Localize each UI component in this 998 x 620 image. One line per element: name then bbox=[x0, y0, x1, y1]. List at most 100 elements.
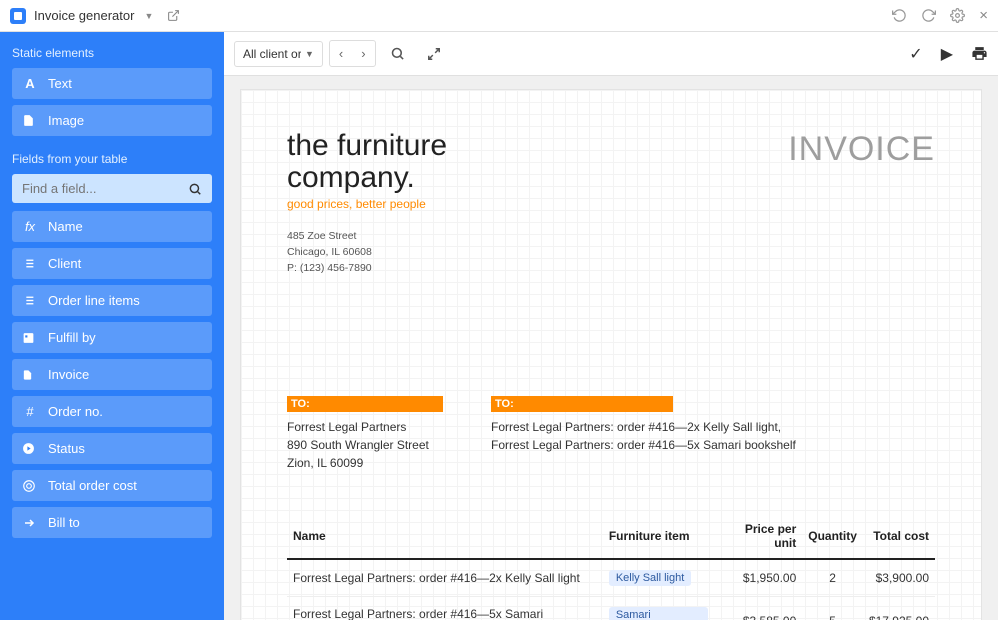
sidebar-item-name[interactable]: fx Name bbox=[12, 211, 212, 242]
bill-to-block: TO: Forrest Legal Partners 890 South Wra… bbox=[287, 396, 443, 472]
calendar-icon bbox=[22, 331, 38, 344]
canvas-scroll[interactable]: the furniture company. good prices, bett… bbox=[224, 76, 998, 620]
bill-to-line: Forrest Legal Partners bbox=[287, 418, 443, 436]
done-check-icon[interactable]: ✓ bbox=[909, 44, 922, 64]
col-name: Name bbox=[287, 514, 603, 559]
cell-qty: 5 bbox=[802, 597, 863, 620]
file-icon bbox=[22, 368, 38, 382]
sidebar-item-label: Text bbox=[48, 76, 72, 91]
app-title: Invoice generator bbox=[34, 8, 134, 23]
link-icon bbox=[22, 294, 38, 307]
header-left: Invoice generator ▼ bbox=[10, 8, 180, 24]
print-icon[interactable] bbox=[971, 45, 988, 62]
sidebar-item-status[interactable]: Status bbox=[12, 433, 212, 464]
bill-to-line: Zion, IL 60099 bbox=[287, 454, 443, 472]
cell-name: Forrest Legal Partners: order #416—5x Sa… bbox=[287, 597, 603, 620]
hash-icon: # bbox=[22, 404, 38, 419]
sidebar-item-invoice[interactable]: Invoice bbox=[12, 359, 212, 390]
invoice-title: INVOICE bbox=[788, 130, 935, 169]
col-item: Furniture item bbox=[603, 514, 714, 559]
static-elements-label: Static elements bbox=[12, 46, 212, 60]
company-name-line2: company. bbox=[287, 162, 447, 194]
to-label: TO: bbox=[287, 396, 443, 412]
invoice-page[interactable]: the furniture company. good prices, bett… bbox=[241, 90, 981, 620]
company-block: the furniture company. good prices, bett… bbox=[287, 130, 447, 276]
sidebar-item-image[interactable]: Image bbox=[12, 105, 212, 136]
record-picker[interactable]: All client orders ▼ bbox=[234, 41, 323, 67]
to-label: TO: bbox=[491, 396, 673, 412]
cell-name: Forrest Legal Partners: order #416—2x Ke… bbox=[287, 559, 603, 597]
header-right: × bbox=[892, 7, 988, 24]
sidebar-item-order-line-items[interactable]: Order line items bbox=[12, 285, 212, 316]
close-icon[interactable]: × bbox=[979, 7, 988, 24]
sidebar-item-order-no[interactable]: # Order no. bbox=[12, 396, 212, 427]
app-icon bbox=[10, 8, 26, 24]
company-tagline: good prices, better people bbox=[287, 197, 447, 211]
cell-total: $3,900.00 bbox=[863, 559, 935, 597]
sidebar-item-label: Status bbox=[48, 441, 85, 456]
status-icon bbox=[22, 442, 38, 455]
record-nav: ‹ › bbox=[329, 40, 376, 67]
sidebar-item-total-order-cost[interactable]: Total order cost bbox=[12, 470, 212, 501]
cell-item: Samari bookshelf bbox=[603, 597, 714, 620]
chevron-down-icon: ▼ bbox=[305, 49, 314, 59]
window-header: Invoice generator ▼ × bbox=[0, 0, 998, 32]
rollup-icon bbox=[22, 479, 38, 493]
expand-icon[interactable] bbox=[419, 43, 449, 65]
item-chip: Kelly Sall light bbox=[609, 570, 691, 586]
sidebar-item-bill-to[interactable]: Bill to bbox=[12, 507, 212, 538]
lookup-icon bbox=[22, 517, 38, 529]
ship-to-line: Forrest Legal Partners: order #416—5x Sa… bbox=[491, 436, 796, 454]
settings-gear-icon[interactable] bbox=[950, 8, 965, 23]
item-chip: Samari bookshelf bbox=[609, 607, 708, 620]
cell-item: Kelly Sall light bbox=[603, 559, 714, 597]
col-qty: Quantity bbox=[802, 514, 863, 559]
sidebar-item-label: Total order cost bbox=[48, 478, 137, 493]
sidebar-item-client[interactable]: Client bbox=[12, 248, 212, 279]
image-icon bbox=[22, 113, 38, 128]
sidebar-item-text[interactable]: A Text bbox=[12, 68, 212, 99]
search-icon bbox=[188, 182, 202, 196]
address-line: 485 Zoe Street bbox=[287, 229, 447, 245]
col-price: Price per unit bbox=[714, 514, 803, 559]
title-dropdown-caret-icon[interactable]: ▼ bbox=[144, 11, 153, 21]
cell-price: $3,585.00 bbox=[714, 597, 803, 620]
toolbar-search-icon[interactable] bbox=[382, 42, 413, 65]
sidebar-item-label: Image bbox=[48, 113, 84, 128]
next-record-button[interactable]: › bbox=[352, 41, 374, 66]
canvas-area: All client orders ▼ ‹ › ✓ ▶ bbox=[224, 32, 998, 620]
sidebar-item-label: Order line items bbox=[48, 293, 140, 308]
cell-total: $17,925.00 bbox=[863, 597, 935, 620]
canvas-toolbar: All client orders ▼ ‹ › ✓ ▶ bbox=[224, 32, 998, 76]
col-total: Total cost bbox=[863, 514, 935, 559]
table-row: Forrest Legal Partners: order #416—5x Sa… bbox=[287, 597, 935, 620]
bill-to-line: 890 South Wrangler Street bbox=[287, 436, 443, 454]
sidebar: Static elements A Text Image Fields from… bbox=[0, 32, 224, 620]
sidebar-item-label: Order no. bbox=[48, 404, 103, 419]
address-line: Chicago, IL 60608 bbox=[287, 245, 447, 261]
sidebar-item-label: Fulfill by bbox=[48, 330, 96, 345]
sidebar-item-label: Invoice bbox=[48, 367, 89, 382]
field-search[interactable] bbox=[12, 174, 212, 203]
line-items-table: Name Furniture item Price per unit Quant… bbox=[287, 514, 935, 620]
company-name-line1: the furniture bbox=[287, 130, 447, 162]
field-search-input[interactable] bbox=[22, 181, 188, 196]
ship-to-line: Forrest Legal Partners: order #416—2x Ke… bbox=[491, 418, 796, 436]
cell-price: $1,950.00 bbox=[714, 559, 803, 597]
text-icon: A bbox=[22, 76, 38, 91]
record-picker-label: All client orders bbox=[243, 47, 301, 61]
sidebar-item-fulfill-by[interactable]: Fulfill by bbox=[12, 322, 212, 353]
run-play-icon[interactable]: ▶ bbox=[941, 44, 953, 64]
sidebar-item-label: Name bbox=[48, 219, 83, 234]
fields-label: Fields from your table bbox=[12, 152, 212, 166]
sidebar-item-label: Client bbox=[48, 256, 81, 271]
address-line: P: (123) 456-7890 bbox=[287, 261, 447, 277]
table-row: Forrest Legal Partners: order #416—2x Ke… bbox=[287, 559, 935, 597]
company-address: 485 Zoe Street Chicago, IL 60608 P: (123… bbox=[287, 229, 447, 276]
undo-icon[interactable] bbox=[892, 8, 907, 23]
prev-record-button[interactable]: ‹ bbox=[330, 41, 352, 66]
redo-icon[interactable] bbox=[921, 8, 936, 23]
open-external-icon[interactable] bbox=[167, 9, 180, 22]
sidebar-item-label: Bill to bbox=[48, 515, 80, 530]
cell-qty: 2 bbox=[802, 559, 863, 597]
